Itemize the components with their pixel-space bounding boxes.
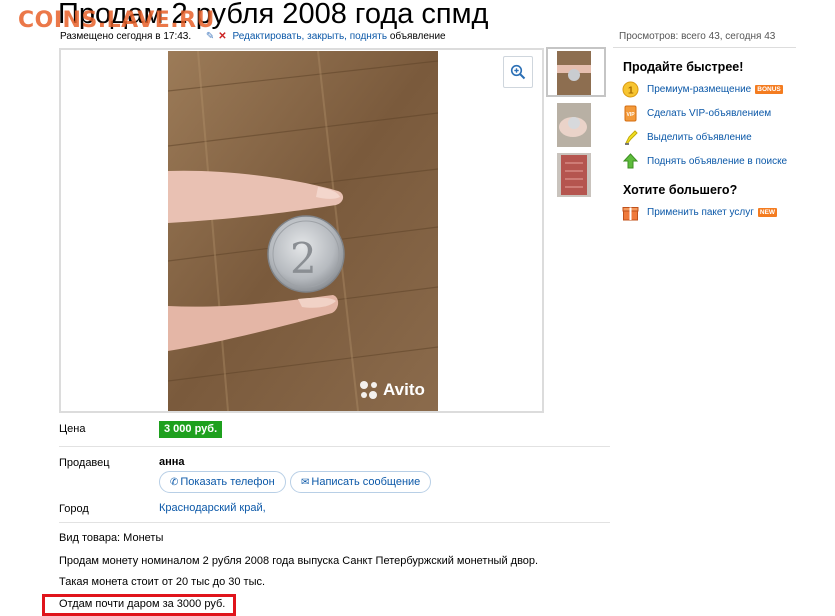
vip-icon: VIP xyxy=(622,105,639,122)
photo-gallery[interactable]: 2 Avito xyxy=(59,48,544,413)
item-type: Вид товара: Монеты xyxy=(59,532,164,544)
raise-in-search-link[interactable]: Поднять объявление в поиске xyxy=(622,152,787,170)
site-watermark: COINS.LAVE.RU xyxy=(18,8,215,33)
coin-in-hand-photo: 2 xyxy=(168,51,438,411)
svg-text:VIP: VIP xyxy=(627,112,636,118)
edit-listing-suffix: объявление xyxy=(389,31,446,42)
description-line: Продам монету номиналом 2 рубля 2008 год… xyxy=(59,555,539,567)
views-divider xyxy=(613,47,796,48)
raise-arrow-icon xyxy=(622,152,639,170)
premium-coin-icon: 1 xyxy=(622,81,639,98)
price-label: Цена xyxy=(59,423,86,435)
sell-faster-heading: Продайте быстрее! xyxy=(623,60,744,74)
listing-meta: Размещено сегодня в 17:43. ✎ ✕ Редактиров… xyxy=(60,31,446,42)
city-label: Город xyxy=(59,503,89,515)
edit-pencil-icon: ✎ xyxy=(205,31,215,42)
phone-icon: ✆ xyxy=(170,477,179,488)
views-counter: Просмотров: всего 43, сегодня 43 xyxy=(619,31,776,42)
red-highlight-box xyxy=(42,594,236,616)
package-icon xyxy=(622,204,639,221)
make-vip-link[interactable]: VIP Сделать VIP-объявлением xyxy=(622,104,771,122)
avito-watermark: Avito xyxy=(383,380,425,399)
svg-text:2: 2 xyxy=(290,234,317,283)
close-cross-icon: ✕ xyxy=(218,31,227,42)
envelope-icon: ✉ xyxy=(301,477,310,488)
thumbnail-3[interactable] xyxy=(557,153,591,197)
show-phone-button[interactable]: ✆ Показать телефон xyxy=(159,471,286,493)
posted-time: Размещено сегодня в 17:43. xyxy=(60,31,192,42)
highlighter-icon xyxy=(622,129,639,146)
svg-text:1: 1 xyxy=(628,85,634,96)
bonus-badge: BONUS xyxy=(755,84,783,94)
divider xyxy=(59,522,610,523)
seller-name: анна xyxy=(159,456,185,468)
thumbnail-2[interactable] xyxy=(557,103,591,147)
price-value: 3 000 руб. xyxy=(159,421,223,438)
new-badge: NEW xyxy=(757,207,778,217)
premium-placement-link[interactable]: 1 Премиум-размещение BONUS xyxy=(622,80,783,98)
apply-package-link[interactable]: Применить пакет услуг NEW xyxy=(622,203,778,221)
city-link[interactable]: Краснодарский край, xyxy=(159,502,266,514)
description-line: Такая монета стоит от 20 тыс до 30 тыс. xyxy=(59,576,266,588)
highlight-listing-link[interactable]: Выделить объявление xyxy=(622,128,752,146)
divider xyxy=(59,446,610,447)
write-message-button[interactable]: ✉ Написать сообщение xyxy=(290,471,432,493)
zoom-button[interactable] xyxy=(503,56,533,88)
thumbnail-1[interactable] xyxy=(557,51,591,95)
main-photo[interactable]: 2 Avito xyxy=(168,51,438,411)
zoom-in-icon xyxy=(510,64,526,80)
want-more-heading: Хотите большего? xyxy=(623,183,738,197)
seller-label: Продавец xyxy=(59,457,110,469)
edit-listing-link[interactable]: Редактировать, закрыть, поднять xyxy=(232,31,387,42)
